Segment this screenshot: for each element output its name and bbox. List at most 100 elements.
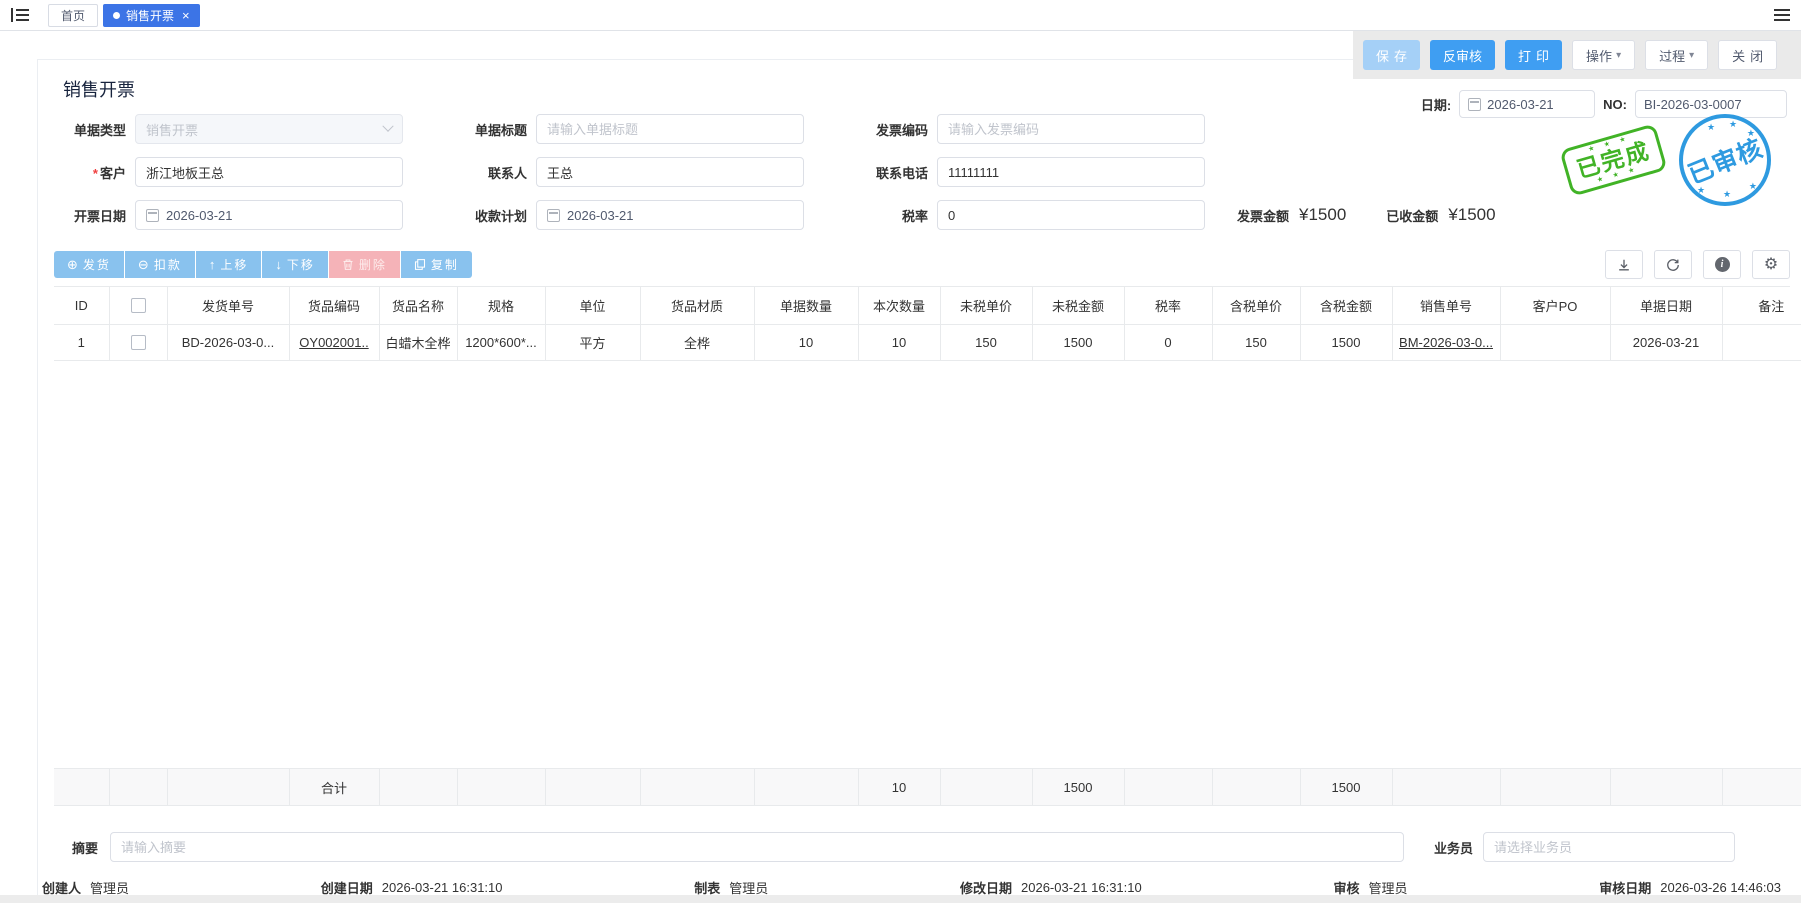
totals-cell: 1500 bbox=[1032, 768, 1125, 806]
unaudit-button[interactable]: 反审核 bbox=[1430, 40, 1496, 70]
action-bar: 保存 反审核 打印 操作 ▾ 过程 ▾ 关闭 bbox=[1353, 31, 1801, 79]
tax-rate-input[interactable] bbox=[937, 200, 1205, 230]
totals-table: 合计 10 1500 1500 bbox=[54, 768, 1801, 806]
select-all-checkbox[interactable] bbox=[130, 298, 146, 314]
cell: 150 bbox=[940, 324, 1033, 361]
salesman-input[interactable] bbox=[1483, 832, 1735, 862]
summary-input[interactable] bbox=[110, 832, 1404, 862]
close-button[interactable]: 关闭 bbox=[1718, 40, 1778, 70]
payment-plan-field[interactable] bbox=[536, 200, 804, 230]
delete-button[interactable]: 删除 bbox=[328, 251, 401, 278]
status-stamps: ★ ★ ★ 已完成 ★ ★ ★ ★ ★ ★ ★ ★ ★ 已审核 bbox=[1559, 114, 1771, 206]
totals-cell: 10 bbox=[858, 768, 941, 806]
stamp-star-icon: ★ bbox=[1723, 189, 1732, 199]
save-button[interactable]: 保存 bbox=[1363, 40, 1421, 70]
col-header: 单据日期 bbox=[1610, 287, 1723, 325]
info-button[interactable]: i bbox=[1703, 250, 1741, 279]
deduct-button[interactable]: ⊖ 扣款 bbox=[124, 251, 196, 278]
items-grid: ID 发货单号 货品编码 货品名称 规格 单位 货品材质 单据数量 本次数量 未税单价 未税金额 税率… bbox=[54, 286, 1801, 806]
tab-list-menu-icon[interactable] bbox=[1773, 8, 1791, 22]
invoice-date-field[interactable] bbox=[135, 200, 403, 230]
invoice-date-input[interactable] bbox=[166, 207, 392, 223]
doc-no-input[interactable] bbox=[1644, 96, 1778, 112]
invoice-code-input[interactable] bbox=[937, 114, 1205, 144]
doc-title-input[interactable] bbox=[536, 114, 804, 144]
totals-cell bbox=[109, 768, 168, 806]
col-header: 客户PO bbox=[1500, 287, 1611, 325]
totals-cell bbox=[379, 768, 458, 806]
totals-row: 合计 10 1500 1500 bbox=[54, 768, 1801, 806]
tab-sales-invoicing[interactable]: 销售开票 × bbox=[103, 3, 200, 27]
totals-cell bbox=[640, 768, 755, 806]
col-header: 货品名称 bbox=[379, 287, 458, 325]
sales-invoicing-panel: 销售开票 单据类型 销售开票 单据标题 发票编码 *客户 bbox=[37, 59, 1801, 899]
ship-button[interactable]: ⊕ 发货 bbox=[54, 251, 125, 278]
tab-close-icon[interactable]: × bbox=[182, 8, 190, 23]
cell-link[interactable]: OY002001.. bbox=[299, 335, 368, 350]
col-header: 货品材质 bbox=[640, 287, 755, 325]
arrow-up-icon: ↑ bbox=[208, 257, 216, 272]
tab-home[interactable]: 首页 bbox=[48, 3, 99, 27]
move-up-button[interactable]: ↑ 上移 bbox=[195, 251, 263, 278]
info-icon: i bbox=[1714, 257, 1730, 272]
summary-row: 摘要 业务员 bbox=[42, 832, 1735, 862]
process-label: 过程 bbox=[1659, 48, 1686, 64]
cell: OY002001.. bbox=[289, 324, 380, 361]
totals-cell: 1500 bbox=[1300, 768, 1393, 806]
cell bbox=[1722, 324, 1801, 361]
doc-date-input[interactable] bbox=[1487, 96, 1587, 112]
cell: 150 bbox=[1212, 324, 1301, 361]
totals-cell bbox=[1610, 768, 1723, 806]
trash-icon bbox=[343, 259, 353, 270]
header-form: 单据类型 销售开票 单据标题 发票编码 *客户 联系人 bbox=[38, 114, 1801, 230]
table-row[interactable]: 1 BD-2026-03-0... OY002001.. 白蜡木全桦 1200*600*… bbox=[54, 324, 1801, 361]
cell: 1 bbox=[54, 324, 110, 361]
header-row: ID 发货单号 货品编码 货品名称 规格 单位 货品材质 单据数量 本次数量 未税单价 未税金额 税率… bbox=[54, 287, 1801, 325]
operate-dropdown-button[interactable]: 操作 ▾ bbox=[1572, 40, 1636, 70]
invoice-date-label: 开票日期 bbox=[73, 208, 126, 224]
process-dropdown-button[interactable]: 过程 ▾ bbox=[1645, 40, 1709, 70]
totals-cell bbox=[1212, 768, 1301, 806]
grid-toolbar: ⊕ 发货 ⊖ 扣款 ↑ 上移 ↓ 下移 删除 复制 i ⚙ bbox=[54, 250, 1790, 279]
cell bbox=[109, 324, 168, 361]
doc-type-select[interactable]: 销售开票 bbox=[135, 114, 403, 144]
export-button[interactable] bbox=[1605, 250, 1643, 279]
col-header: 含税金额 bbox=[1300, 287, 1393, 325]
tab-active-dot-icon bbox=[113, 11, 121, 19]
col-header: ID bbox=[54, 287, 110, 325]
cell-link[interactable]: BM-2026-03-0... bbox=[1399, 335, 1493, 350]
cell: 1500 bbox=[1300, 324, 1393, 361]
row-checkbox[interactable] bbox=[130, 335, 146, 351]
calendar-icon bbox=[146, 208, 159, 222]
caret-down-icon: ▾ bbox=[1689, 49, 1695, 61]
customer-input[interactable] bbox=[135, 157, 403, 187]
copy-button[interactable]: 复制 bbox=[400, 251, 472, 278]
stamp-star-icon: ★ bbox=[1748, 181, 1757, 191]
contact-input[interactable] bbox=[536, 157, 804, 187]
totals-cell bbox=[545, 768, 641, 806]
totals-cell bbox=[457, 768, 546, 806]
totals-cell bbox=[1392, 768, 1501, 806]
payment-plan-input[interactable] bbox=[567, 207, 793, 223]
cell: 10 bbox=[754, 324, 859, 361]
collapse-sidebar-icon[interactable] bbox=[10, 7, 30, 23]
download-icon bbox=[1619, 259, 1629, 270]
col-header: 货品编码 bbox=[289, 287, 380, 325]
cell: 1200*600*... bbox=[457, 324, 546, 361]
calendar-icon bbox=[1468, 97, 1482, 111]
minus-circle-icon: ⊖ bbox=[137, 256, 149, 272]
move-down-button[interactable]: ↓ 下移 bbox=[262, 251, 329, 278]
phone-input[interactable] bbox=[937, 157, 1205, 187]
tab-active-label: 销售开票 bbox=[126, 8, 175, 23]
refresh-button[interactable] bbox=[1654, 250, 1692, 279]
settings-button[interactable]: ⚙ bbox=[1752, 250, 1790, 279]
cell: 白蜡木全桦 bbox=[379, 324, 458, 361]
gear-icon: ⚙ bbox=[1763, 255, 1779, 273]
received-amount-value: ¥1500 bbox=[1448, 205, 1496, 224]
cell: 全桦 bbox=[640, 324, 755, 361]
print-button[interactable]: 打印 bbox=[1505, 40, 1563, 70]
operate-label: 操作 bbox=[1586, 48, 1613, 64]
items-table: ID 发货单号 货品编码 货品名称 规格 单位 货品材质 单据数量 本次数量 未税单价 未税金额 税率… bbox=[54, 287, 1801, 361]
col-header bbox=[109, 287, 168, 325]
cell: 0 bbox=[1124, 324, 1213, 361]
